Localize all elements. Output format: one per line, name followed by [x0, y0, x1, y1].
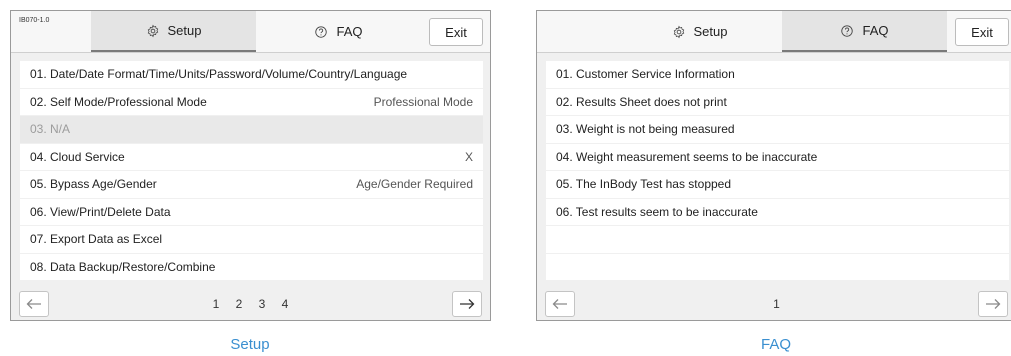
setup-item-label: 02. Self Mode/Professional Mode	[30, 94, 207, 109]
tab-setup-label: Setup	[693, 24, 728, 39]
version-label: IB070-1.0	[19, 17, 50, 24]
faq-item-label: 06. Test results seem to be inaccurate	[556, 204, 758, 219]
faq-item-2[interactable]: 02. Results Sheet does not print	[546, 88, 1009, 115]
question-circle-icon	[315, 25, 328, 38]
setup-item-7[interactable]: 07. Export Data as Excel	[20, 226, 483, 253]
setup-item-label: 04. Cloud Service	[30, 149, 125, 164]
gear-icon	[147, 24, 158, 37]
page-number[interactable]: 1	[772, 297, 782, 311]
faq-item-empty	[546, 226, 1009, 253]
gear-icon	[673, 25, 684, 38]
setup-item-2[interactable]: 02. Self Mode/Professional Mode Professi…	[20, 88, 483, 115]
page-numbers: 1	[537, 297, 1011, 311]
faq-item-empty	[546, 253, 1009, 280]
setup-item-label: 03. N/A	[30, 122, 71, 137]
tab-setup-label: Setup	[167, 23, 202, 38]
setup-item-label: 05. Bypass Age/Gender	[30, 177, 157, 192]
setup-item-label: 01. Date/Date Format/Time/Units/Password…	[30, 67, 408, 82]
setup-list: 01. Date/Date Format/Time/Units/Password…	[20, 61, 483, 281]
pagination-bar: 1 2 3 4	[11, 288, 490, 320]
setup-item-value: X	[464, 149, 473, 164]
faq-item-label: 05. The InBody Test has stopped	[556, 177, 732, 192]
tab-faq[interactable]: FAQ	[782, 11, 947, 52]
faq-item-1[interactable]: 01. Customer Service Information	[546, 61, 1009, 88]
page-numbers: 1 2 3 4	[11, 297, 490, 311]
faq-item-label: 01. Customer Service Information	[556, 67, 735, 82]
setup-item-label: 08. Data Backup/Restore/Combine	[30, 259, 216, 274]
header-bar: IB070-1.0 Setup FAQ Exit	[11, 11, 490, 53]
setup-item-4[interactable]: 04. Cloud Service X	[20, 143, 483, 170]
page-number[interactable]: 2	[234, 297, 244, 311]
tab-setup[interactable]: Setup	[91, 11, 256, 52]
tab-faq[interactable]: FAQ	[256, 11, 421, 52]
next-page-button[interactable]	[978, 291, 1008, 317]
setup-item-value: Age/Gender Required	[356, 177, 473, 192]
pagination-bar: 1	[537, 288, 1011, 320]
arrow-right-icon	[460, 299, 475, 309]
setup-item-value: Professional Mode	[373, 94, 473, 109]
tab-faq-label: FAQ	[862, 23, 889, 38]
setup-item-label: 07. Export Data as Excel	[30, 232, 163, 247]
page-number[interactable]: 4	[280, 297, 290, 311]
next-page-button[interactable]	[452, 291, 482, 317]
setup-screen: IB070-1.0 Setup FAQ Exit 01. Date/Date F…	[10, 10, 491, 321]
setup-item-1[interactable]: 01. Date/Date Format/Time/Units/Password…	[20, 61, 483, 88]
faq-item-5[interactable]: 05. The InBody Test has stopped	[546, 171, 1009, 198]
faq-item-label: 03. Weight is not being measured	[556, 122, 735, 137]
setup-item-3: 03. N/A	[20, 116, 483, 143]
question-circle-icon	[841, 24, 854, 37]
faq-screen: Setup FAQ Exit 01. Customer Service Info…	[536, 10, 1011, 321]
setup-item-5[interactable]: 05. Bypass Age/Gender Age/Gender Require…	[20, 171, 483, 198]
tab-setup[interactable]: Setup	[617, 11, 782, 52]
faq-item-3[interactable]: 03. Weight is not being measured	[546, 116, 1009, 143]
faq-caption: FAQ	[760, 336, 791, 353]
arrow-right-icon	[986, 299, 1001, 309]
page-number[interactable]: 3	[257, 297, 267, 311]
setup-caption: Setup	[230, 336, 270, 353]
faq-item-6[interactable]: 06. Test results seem to be inaccurate	[546, 198, 1009, 225]
header-bar: Setup FAQ Exit	[537, 11, 1011, 53]
setup-item-8[interactable]: 08. Data Backup/Restore/Combine	[20, 253, 483, 280]
exit-button[interactable]: Exit	[429, 18, 483, 46]
faq-item-4[interactable]: 04. Weight measurement seems to be inacc…	[546, 143, 1009, 170]
exit-button[interactable]: Exit	[955, 18, 1009, 46]
tab-faq-label: FAQ	[336, 24, 363, 39]
faq-list: 01. Customer Service Information 02. Res…	[546, 61, 1009, 281]
setup-item-label: 06. View/Print/Delete Data	[30, 204, 171, 219]
faq-item-label: 04. Weight measurement seems to be inacc…	[556, 149, 818, 164]
setup-item-6[interactable]: 06. View/Print/Delete Data	[20, 198, 483, 225]
faq-item-label: 02. Results Sheet does not print	[556, 94, 727, 109]
page-number[interactable]: 1	[211, 297, 221, 311]
